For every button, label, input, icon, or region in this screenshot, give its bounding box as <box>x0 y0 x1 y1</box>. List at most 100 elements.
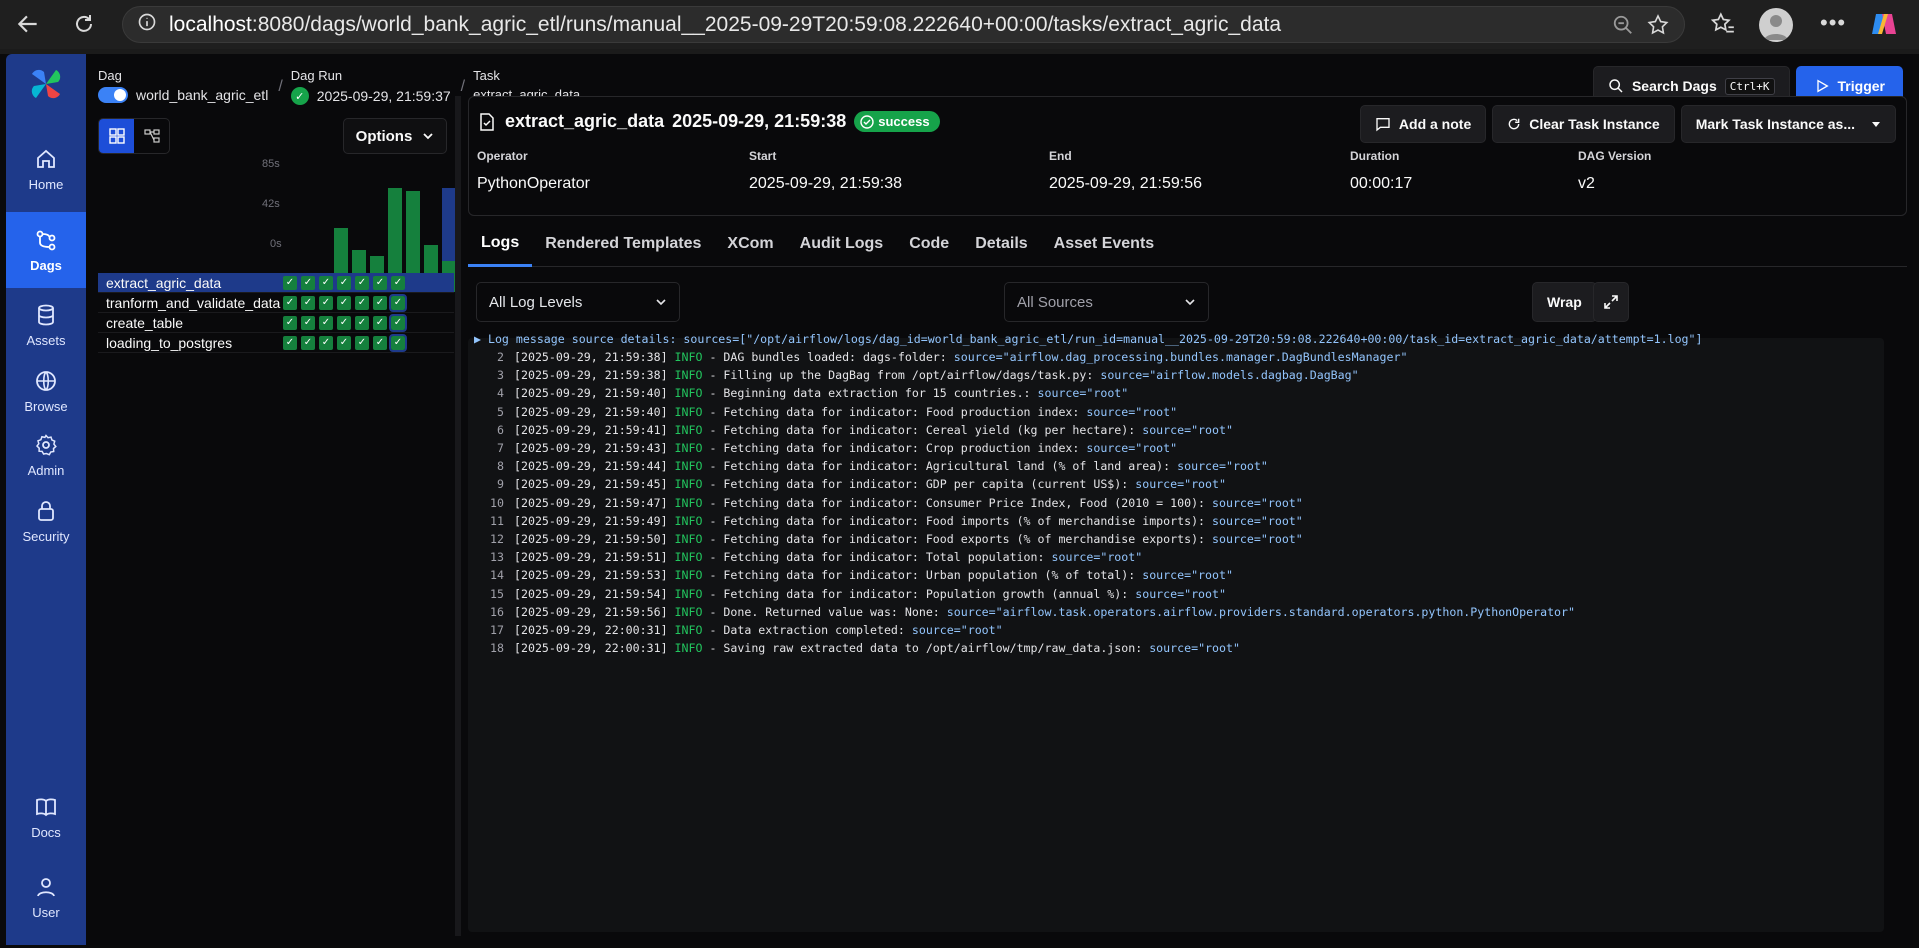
task-instance-success-cell[interactable]: ✓ <box>301 295 315 310</box>
task-instance-success-cell[interactable]: ✓ <box>337 295 351 310</box>
nav-security-label: Security <box>22 528 70 544</box>
nav-browse[interactable]: Browse <box>6 356 86 426</box>
tab-details[interactable]: Details <box>962 221 1040 267</box>
breadcrumb-separator: / <box>278 78 283 95</box>
log-source: source="root" <box>1142 568 1233 583</box>
meta-duration: Duration 00:00:17 <box>1350 149 1412 193</box>
log-source: source="root" <box>1212 513 1303 528</box>
log-message: - Fetching data for indicator: Total pop… <box>702 550 1052 565</box>
task-instance-success-cell[interactable]: ✓ <box>283 275 297 290</box>
address-bar[interactable]: localhost:8080/dags/world_bank_agric_etl… <box>122 6 1685 43</box>
task-instance-success-cell[interactable]: ✓ <box>283 315 297 330</box>
task-instance-success-cell[interactable]: ✓ <box>301 275 315 290</box>
nav-docs[interactable]: Docs <box>6 782 86 852</box>
log-level: INFO <box>674 441 703 455</box>
meta-end-label: End <box>1049 149 1072 163</box>
log-timestamp: [2025-09-29, 21:59:54] <box>514 586 668 601</box>
task-title-timestamp: 2025-09-29, 21:59:38 <box>672 111 847 131</box>
task-instance-success-cell[interactable]: ✓ <box>389 333 407 352</box>
airflow-logo[interactable] <box>28 66 64 102</box>
reload-icon[interactable] <box>64 4 104 44</box>
more-icon[interactable]: ••• <box>1820 10 1846 36</box>
log-line: 13 [2025-09-29, 21:59:51] INFO - Fetching… <box>480 550 1142 564</box>
task-instance-success-cell[interactable]: ✓ <box>301 335 315 350</box>
task-instance-success-cell[interactable]: ✓ <box>389 313 407 332</box>
nav-security[interactable]: Security <box>6 486 86 556</box>
breadcrumb-run[interactable]: Dag Run ✓ 2025-09-29, 21:59:37 <box>290 68 451 105</box>
dag-pause-toggle[interactable] <box>98 87 128 103</box>
log-source-details[interactable]: ▶ Log message source details: sources=["… <box>474 332 1703 346</box>
task-row[interactable]: extract_agric_data ✓ ✓ ✓ ✓ ✓ ✓ ✓ <box>98 273 454 293</box>
nav-assets[interactable]: Assets <box>6 290 86 360</box>
info-icon[interactable] <box>137 12 157 37</box>
task-instance-success-cell[interactable]: ✓ <box>301 315 315 330</box>
task-instance-success-cell[interactable]: ✓ <box>389 273 407 292</box>
task-instance-success-cell[interactable]: ✓ <box>373 275 387 290</box>
nav-home[interactable]: Home <box>6 134 86 204</box>
log-message: - Beginning data extraction for 15 count… <box>702 386 1038 401</box>
task-instance-success-cell[interactable]: ✓ <box>319 335 333 350</box>
task-instance-success-cell[interactable]: ✓ <box>355 335 369 350</box>
back-icon[interactable] <box>8 4 48 44</box>
meta-end: End 2025-09-29, 21:59:56 <box>1049 149 1202 193</box>
log-level: INFO <box>674 477 703 492</box>
breadcrumb-run-value[interactable]: 2025-09-29, 21:59:37 <box>317 88 451 104</box>
task-instance-success-cell[interactable]: ✓ <box>319 315 333 330</box>
task-row[interactable]: tranform_and_validate_data ✓ ✓ ✓ ✓ ✓ ✓ ✓ <box>98 293 454 313</box>
task-instance-success-cell[interactable]: ✓ <box>373 315 387 330</box>
log-source: source="airflow.task.operators.airflow.p… <box>946 604 1575 619</box>
panel-divider[interactable] <box>455 96 461 936</box>
wrap-button[interactable]: Wrap <box>1532 282 1597 322</box>
star-icon[interactable] <box>1646 13 1670 42</box>
fullscreen-button[interactable] <box>1593 282 1629 322</box>
task-instance-success-cell[interactable]: ✓ <box>373 335 387 350</box>
log-timestamp: [2025-09-29, 21:59:49] <box>514 513 668 528</box>
assets-icon <box>38 304 54 325</box>
task-row[interactable]: create_table ✓ ✓ ✓ ✓ ✓ ✓ ✓ <box>98 313 454 333</box>
task-instance-success-cell[interactable]: ✓ <box>373 295 387 310</box>
breadcrumb-dag-value[interactable]: world_bank_agric_etl <box>136 87 268 103</box>
task-instance-success-cell[interactable]: ✓ <box>337 275 351 290</box>
task-instance-success-cell[interactable]: ✓ <box>355 315 369 330</box>
task-instance-success-cell[interactable]: ✓ <box>283 295 297 310</box>
tab-logs[interactable]: Logs <box>468 221 533 267</box>
log-source: source="root" <box>1212 532 1303 546</box>
log-source: source="root" <box>1037 386 1129 401</box>
task-instance-success-cell[interactable]: ✓ <box>337 335 351 350</box>
task-instance-success-cell[interactable]: ✓ <box>389 293 407 312</box>
tab-rendered-templates[interactable]: Rendered Templates <box>532 221 714 267</box>
profile-avatar[interactable] <box>1759 8 1793 42</box>
task-instance-success-cell[interactable]: ✓ <box>319 295 333 310</box>
log-viewer[interactable]: ▶ Log message source details: sources=["… <box>468 332 1884 932</box>
url-text[interactable]: localhost:8080/dags/world_bank_agric_etl… <box>169 13 1281 37</box>
task-instance-success-cell[interactable]: ✓ <box>319 275 333 290</box>
log-line: 7 [2025-09-29, 21:59:43] INFO - Fetching … <box>480 441 1177 455</box>
log-level-select[interactable]: All Log Levels <box>476 282 680 322</box>
tab-audit-logs[interactable]: Audit Logs <box>787 221 897 267</box>
options-button[interactable]: Options <box>343 118 447 154</box>
tab-code[interactable]: Code <box>896 221 962 267</box>
copilot-icon[interactable] <box>1868 8 1900 40</box>
log-timestamp: [2025-09-29, 21:59:47] <box>514 495 668 510</box>
favorites-icon[interactable] <box>1710 11 1736 42</box>
log-source-select[interactable]: All Sources <box>1004 282 1209 322</box>
log-source: source="airflow.models.dagbag.DagBag" <box>1100 368 1359 383</box>
breadcrumb-dag[interactable]: Dag world_bank_agric_etl <box>98 68 268 103</box>
tab-asset-events[interactable]: Asset Events <box>1041 221 1168 267</box>
add-note-button[interactable]: Add a note <box>1359 105 1487 143</box>
task-instance-success-cell[interactable]: ✓ <box>355 275 369 290</box>
log-source-value: All Sources <box>1017 293 1093 311</box>
nav-user[interactable]: User <box>6 862 86 932</box>
graph-view-button[interactable] <box>134 119 169 153</box>
grid-view-button[interactable] <box>99 119 134 153</box>
zoom-icon[interactable] <box>1612 14 1634 41</box>
task-row[interactable]: loading_to_postgres ✓ ✓ ✓ ✓ ✓ ✓ ✓ <box>98 333 454 353</box>
mark-task-button[interactable]: Mark Task Instance as... <box>1680 105 1896 143</box>
tab-xcom[interactable]: XCom <box>714 221 786 267</box>
nav-dags[interactable]: Dags <box>6 212 86 288</box>
nav-admin[interactable]: Admin <box>6 420 86 490</box>
task-instance-success-cell[interactable]: ✓ <box>355 295 369 310</box>
task-instance-success-cell[interactable]: ✓ <box>337 315 351 330</box>
clear-task-button[interactable]: Clear Task Instance <box>1492 105 1675 143</box>
task-instance-success-cell[interactable]: ✓ <box>283 335 297 350</box>
